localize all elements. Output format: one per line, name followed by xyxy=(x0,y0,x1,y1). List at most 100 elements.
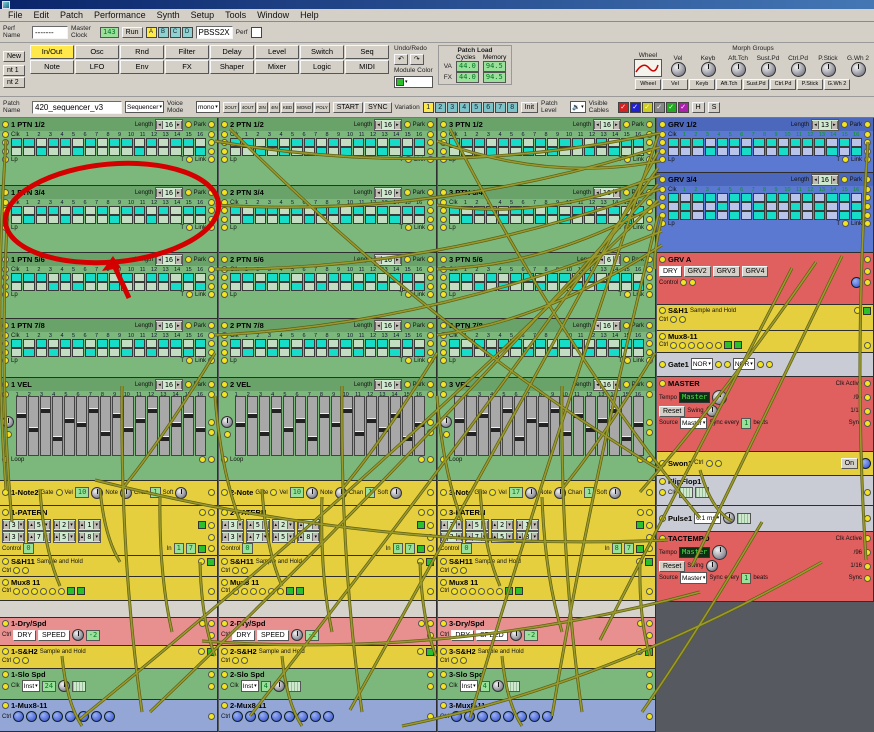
connector-port[interactable] xyxy=(646,349,653,356)
step-cell[interactable] xyxy=(279,206,290,215)
velocity-slider[interactable] xyxy=(295,396,306,456)
connector-port[interactable] xyxy=(427,671,434,678)
connector-square[interactable] xyxy=(734,341,742,349)
step-cell[interactable] xyxy=(705,211,716,220)
connector-port[interactable] xyxy=(659,333,666,340)
blue-knob[interactable] xyxy=(503,711,514,722)
blue-knob[interactable] xyxy=(297,711,308,722)
step-cell[interactable] xyxy=(584,273,595,282)
connector-port[interactable] xyxy=(221,283,228,290)
step-cell[interactable] xyxy=(158,282,169,291)
step-cell[interactable] xyxy=(48,273,59,282)
slider-handle[interactable] xyxy=(113,413,122,418)
connector-port[interactable] xyxy=(646,489,653,496)
new-button[interactable]: New xyxy=(3,51,25,62)
step-cell[interactable] xyxy=(449,339,460,348)
connector-port[interactable] xyxy=(427,207,434,214)
step-cell[interactable] xyxy=(109,348,120,357)
step-cell[interactable] xyxy=(766,147,777,156)
patch-level-select[interactable]: 🔉▾ xyxy=(570,101,586,113)
step-cell[interactable] xyxy=(778,138,789,147)
step-cell[interactable] xyxy=(279,339,290,348)
velocity-slider[interactable] xyxy=(123,396,134,456)
mode-select[interactable]: Inst▾ xyxy=(22,680,40,692)
connector-port[interactable] xyxy=(427,216,434,223)
step-cell[interactable] xyxy=(633,215,644,224)
connector-square[interactable] xyxy=(426,558,434,566)
patern-stepper[interactable]: ▴3▾ xyxy=(2,531,25,543)
step-cell[interactable] xyxy=(11,273,22,282)
connector-port[interactable] xyxy=(208,419,215,426)
step-cell[interactable] xyxy=(291,147,302,156)
mode-select[interactable]: Inst▾ xyxy=(241,680,259,692)
step-cell[interactable] xyxy=(23,206,34,215)
velocity-slider[interactable] xyxy=(490,396,501,456)
connector-port[interactable] xyxy=(208,148,215,155)
step-cell[interactable] xyxy=(559,348,570,357)
step-cell[interactable] xyxy=(230,339,241,348)
velocity-slider[interactable] xyxy=(561,396,572,456)
step-cell[interactable] xyxy=(109,215,120,224)
connector-port[interactable] xyxy=(659,139,666,146)
step-cell[interactable] xyxy=(753,138,764,147)
step-cell[interactable] xyxy=(608,215,619,224)
connector-port[interactable] xyxy=(221,579,228,586)
connector-port[interactable] xyxy=(186,291,193,298)
step-cell[interactable] xyxy=(267,339,278,348)
step-cell[interactable] xyxy=(304,282,315,291)
mode-button-dry[interactable]: DRY xyxy=(232,630,255,641)
step-cell[interactable] xyxy=(242,206,253,215)
length-stepper[interactable]: ◂16▸ xyxy=(374,379,401,391)
connector-port[interactable] xyxy=(208,509,215,516)
step-cell[interactable] xyxy=(474,215,485,224)
connector-port[interactable] xyxy=(221,256,228,263)
step-cell[interactable] xyxy=(72,138,83,147)
connector-port[interactable] xyxy=(417,648,424,655)
step-cell[interactable] xyxy=(195,206,206,215)
menu-file[interactable]: File xyxy=(3,10,28,20)
connector-port[interactable] xyxy=(864,220,871,227)
step-cell[interactable] xyxy=(402,206,413,215)
blue-knob[interactable] xyxy=(860,458,871,469)
step-cell[interactable] xyxy=(402,348,413,357)
step-cell[interactable] xyxy=(109,206,120,215)
connector-port[interactable] xyxy=(427,509,434,516)
step-cell[interactable] xyxy=(389,273,400,282)
connector-port[interactable] xyxy=(688,342,695,349)
connector-port[interactable] xyxy=(2,509,9,516)
velocity-slider[interactable] xyxy=(52,396,63,456)
patern-stepper[interactable]: ▴3▾ xyxy=(221,519,244,531)
connector-port[interactable] xyxy=(208,256,215,263)
slider-handle[interactable] xyxy=(172,422,181,427)
morph-button-gwh2[interactable]: G.Wh 2 xyxy=(824,79,850,90)
velocity-slider[interactable] xyxy=(40,396,51,456)
connector-port[interactable] xyxy=(864,148,871,155)
step-cell[interactable] xyxy=(741,193,752,202)
step-cell[interactable] xyxy=(11,282,22,291)
step-cell[interactable] xyxy=(461,206,472,215)
step-cell[interactable] xyxy=(60,339,71,348)
connector-port[interactable] xyxy=(715,460,722,467)
variation-button-8[interactable]: 8 xyxy=(507,102,518,113)
knob[interactable] xyxy=(492,680,504,692)
step-cell[interactable] xyxy=(389,206,400,215)
step-cell[interactable] xyxy=(353,348,364,357)
connector-port[interactable] xyxy=(487,588,494,595)
step-cell[interactable] xyxy=(291,206,302,215)
velocity-slider[interactable] xyxy=(366,396,377,456)
step-cell[interactable] xyxy=(267,215,278,224)
step-cell[interactable] xyxy=(584,282,595,291)
step-cell[interactable] xyxy=(48,206,59,215)
connector-port[interactable] xyxy=(440,224,447,231)
connector-port[interactable] xyxy=(241,567,248,574)
step-cell[interactable] xyxy=(255,273,266,282)
stepper-right-arrow-icon[interactable]: ▸ xyxy=(175,256,182,264)
connector-port[interactable] xyxy=(208,322,215,329)
grva-button-grv2[interactable]: GRV2 xyxy=(684,266,711,277)
step-cell[interactable] xyxy=(316,273,327,282)
step-cell[interactable] xyxy=(572,215,583,224)
step-cell[interactable] xyxy=(109,273,120,282)
step-cell[interactable] xyxy=(753,193,764,202)
step-cell[interactable] xyxy=(486,138,497,147)
connector-port[interactable] xyxy=(268,588,275,595)
